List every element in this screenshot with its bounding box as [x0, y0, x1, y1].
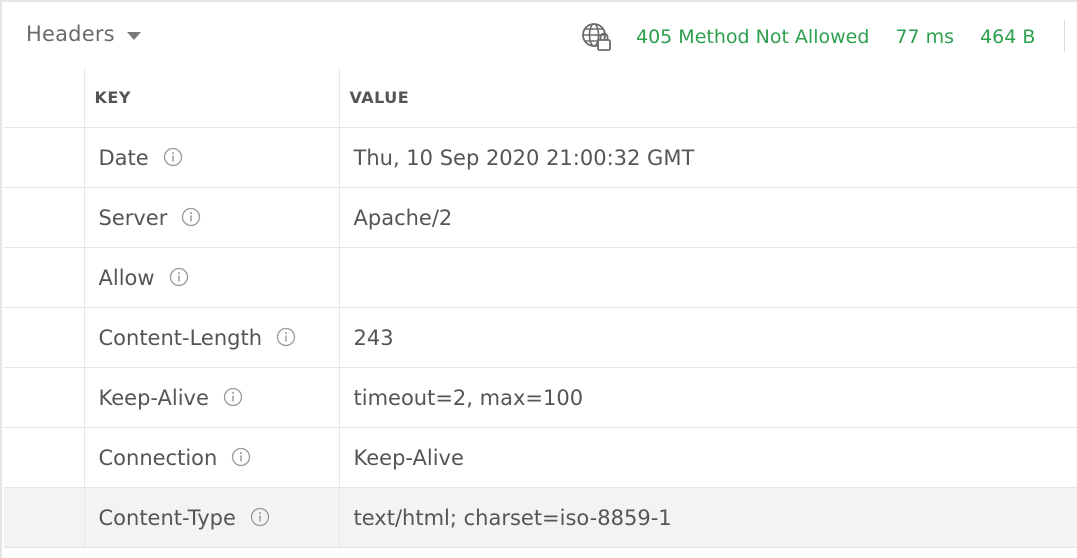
table-row: Connection Keep-Alive: [4, 427, 1077, 488]
table-row: Date Thu, 10 Sep 2020 21:00:32 GMT: [4, 127, 1077, 188]
info-icon[interactable]: [223, 387, 243, 407]
row-gutter: [4, 68, 84, 128]
response-toolbar: Headers 405 Method Not Allowed 77 ms 464…: [2, 2, 1077, 68]
info-icon[interactable]: [276, 327, 296, 347]
row-gutter: [4, 307, 84, 368]
header-key: Content-Type: [98, 505, 236, 530]
header-key-cell[interactable]: Content-Length: [83, 307, 339, 368]
table-row: Server Apache/2: [4, 187, 1077, 248]
row-gutter: [4, 127, 84, 188]
info-icon[interactable]: [163, 147, 183, 167]
row-gutter: [4, 187, 84, 248]
header-key: Keep-Alive: [98, 385, 209, 410]
row-gutter: [4, 247, 84, 308]
status-code[interactable]: 405 Method Not Allowed: [636, 26, 869, 48]
header-value[interactable]: Thu, 10 Sep 2020 21:00:32 GMT: [338, 127, 1077, 188]
response-meta: 405 Method Not Allowed 77 ms 464 B: [580, 20, 1035, 54]
headers-view-label: Headers: [26, 22, 115, 46]
header-key-cell[interactable]: Connection: [83, 427, 339, 488]
column-header-value: VALUE: [338, 68, 1077, 128]
chevron-down-icon: [126, 31, 141, 40]
info-icon[interactable]: [250, 507, 270, 527]
header-key-cell[interactable]: Content-Type: [83, 487, 339, 548]
toolbar-divider: [1064, 20, 1065, 52]
header-key-cell[interactable]: Keep-Alive: [83, 367, 339, 428]
header-key: Content-Length: [98, 325, 263, 350]
header-value[interactable]: Apache/2: [338, 187, 1077, 248]
response-size[interactable]: 464 B: [980, 26, 1035, 48]
header-key-cell[interactable]: Server: [83, 187, 339, 248]
header-value[interactable]: 243: [338, 307, 1077, 368]
header-key-cell[interactable]: Date: [83, 127, 339, 188]
headers-view-dropdown[interactable]: Headers: [26, 22, 141, 46]
header-key: Server: [98, 205, 168, 230]
table-row: Keep-Alive timeout=2, max=100: [4, 367, 1077, 428]
table-row-hovered: Content-Type text/html; charset=iso-8859…: [4, 487, 1077, 548]
header-value[interactable]: text/html; charset=iso-8859-1: [338, 487, 1077, 548]
column-header-key: KEY: [83, 68, 339, 128]
header-key-cell[interactable]: Allow: [83, 247, 339, 308]
table-header-row: KEY VALUE: [4, 68, 1077, 128]
header-value[interactable]: [338, 247, 1077, 308]
row-gutter: [4, 367, 84, 428]
info-icon[interactable]: [181, 207, 201, 227]
header-key: Allow: [98, 265, 155, 290]
table-row: Content-Length 243: [4, 307, 1077, 368]
header-key: Connection: [98, 445, 218, 470]
header-key: Date: [98, 145, 149, 170]
globe-lock-icon[interactable]: [580, 20, 614, 54]
info-icon[interactable]: [169, 267, 189, 287]
response-headers-panel: Headers 405 Method Not Allowed 77 ms 464…: [0, 0, 1077, 558]
header-value[interactable]: timeout=2, max=100: [338, 367, 1077, 428]
response-time[interactable]: 77 ms: [895, 26, 954, 48]
info-icon[interactable]: [231, 447, 251, 467]
row-gutter: [4, 487, 84, 548]
table-row: Allow: [4, 247, 1077, 308]
headers-table: KEY VALUE Date Thu, 10 Sep 2020 21:00:32…: [4, 68, 1077, 548]
header-value[interactable]: Keep-Alive: [338, 427, 1077, 488]
row-gutter: [4, 427, 84, 488]
